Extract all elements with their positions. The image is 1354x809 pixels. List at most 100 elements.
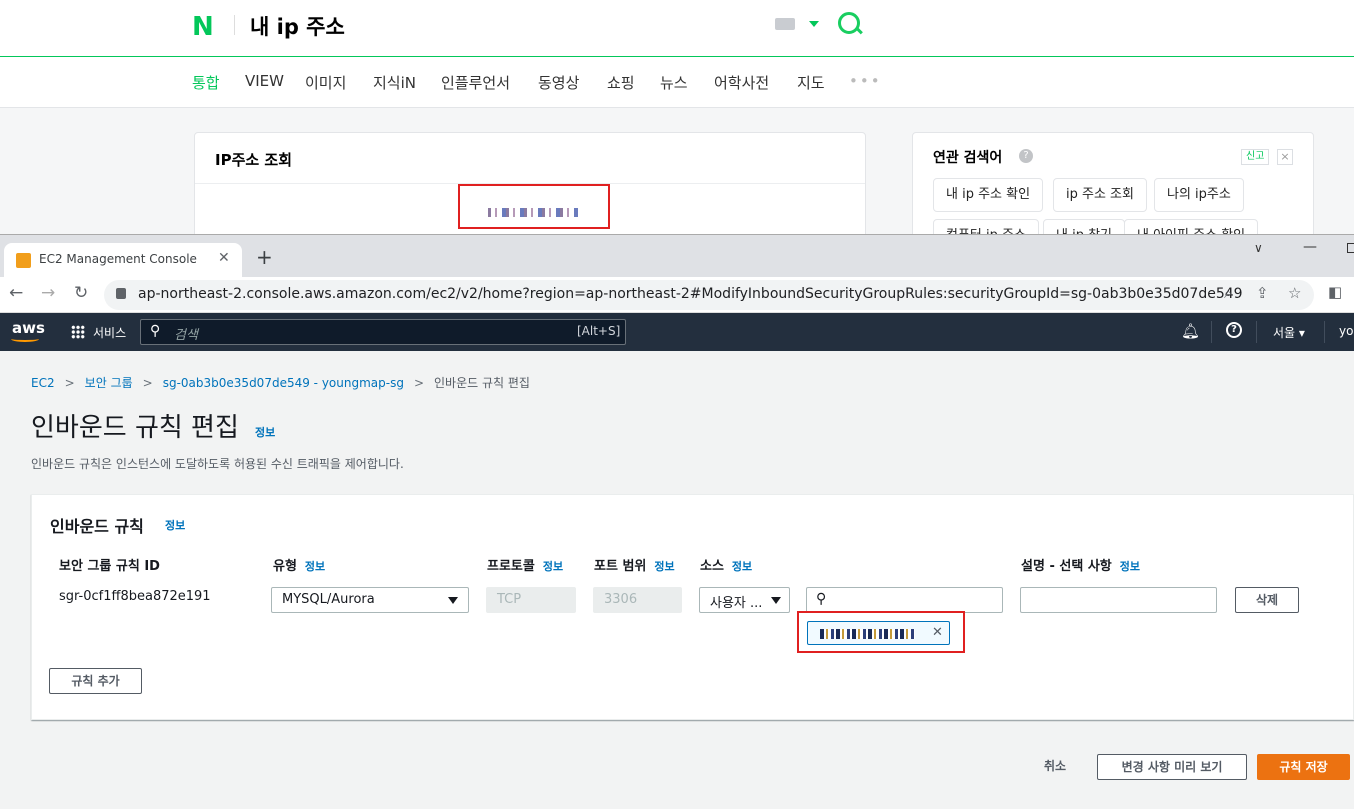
info-link[interactable]: 정보 (1120, 560, 1140, 573)
type-select-value: MYSQL/Aurora (282, 592, 375, 607)
tab-search-icon[interactable]: ∨ (1254, 241, 1263, 255)
type-select[interactable]: MYSQL/Aurora (271, 587, 469, 613)
minimize-icon[interactable]: — (1303, 239, 1317, 255)
tab-news[interactable]: 뉴스 (660, 72, 688, 93)
info-link[interactable]: 정보 (255, 424, 275, 440)
share-icon[interactable]: ⇪ (1256, 284, 1269, 302)
chevron-right-icon: > (64, 376, 75, 390)
info-link[interactable]: 정보 (732, 560, 752, 573)
ec2-console-content: EC2 > 보안 그룹 > sg-0ab3b0e35d07de549 - youngma… (0, 351, 1354, 809)
address-bar[interactable]: ap-northeast-2.console.aws.amazon.com/ec… (104, 280, 1314, 310)
chevron-right-icon: > (142, 376, 153, 390)
delete-button[interactable]: 삭제 (1235, 587, 1299, 613)
help-icon[interactable]: ? (1226, 322, 1242, 338)
port-range-field: 3306 (593, 587, 682, 613)
search-query[interactable]: 내 ip 주소 (250, 11, 345, 41)
region-selector[interactable]: 서울 ▾ (1273, 324, 1305, 341)
browser-window: EC2 Management Console ✕ + ∨ — ← → ↻ ap-… (0, 234, 1354, 809)
forward-icon[interactable]: → (41, 283, 55, 303)
zoom-icon[interactable]: ⌕ (1224, 284, 1232, 302)
tab-map[interactable]: 지도 (797, 72, 825, 93)
lock-icon[interactable] (116, 288, 126, 299)
related-title: 연관 검색어 (933, 150, 1003, 166)
aws-favicon-icon (16, 253, 31, 268)
tab-all[interactable]: 통합 (192, 72, 220, 93)
related-chip[interactable]: 나의 ip주소 (1154, 178, 1244, 212)
source-type-select[interactable]: 사용자 ... (699, 587, 790, 613)
tab-title: EC2 Management Console (39, 252, 197, 266)
keyboard-icon[interactable] (775, 18, 795, 30)
ip-highlight-box (797, 611, 965, 653)
tab-influencer[interactable]: 인플루언서 (441, 72, 510, 93)
notification-bell-icon[interactable]: 🔔︎ (1181, 322, 1200, 340)
header-divider (234, 15, 235, 35)
tab-shopping[interactable]: 쇼핑 (607, 72, 635, 93)
help-icon[interactable]: ? (1019, 149, 1033, 163)
naver-logo[interactable]: N (192, 12, 214, 42)
save-rules-button[interactable]: 규칙 저장 (1257, 754, 1350, 780)
breadcrumb: EC2 > 보안 그룹 > sg-0ab3b0e35d07de549 - youngma… (31, 374, 530, 391)
browser-tab[interactable]: EC2 Management Console ✕ (4, 243, 242, 277)
ip-lookup-card: IP주소 조회 (194, 132, 866, 236)
search-placeholder: 검색 (174, 328, 198, 343)
tab-knowledge[interactable]: 지식iN (373, 72, 416, 93)
column-label: 포트 범위 (594, 559, 647, 574)
info-link[interactable]: 정보 (305, 560, 325, 573)
column-port-range: 포트 범위 정보 (594, 555, 675, 574)
caret-down-icon (771, 597, 781, 604)
tab-strip: EC2 Management Console ✕ + ∨ — (0, 235, 1354, 277)
tab-view[interactable]: VIEW (245, 72, 284, 90)
caret-down-icon[interactable] (809, 21, 819, 27)
add-rule-button[interactable]: 규칙 추가 (49, 668, 142, 694)
protocol-value: TCP (497, 592, 522, 607)
breadcrumb-security-group[interactable]: sg-0ab3b0e35d07de549 - youngmap-sg (163, 376, 404, 390)
breadcrumb-ec2[interactable]: EC2 (31, 376, 55, 390)
nav-divider (1256, 321, 1257, 343)
new-tab-icon[interactable]: + (256, 247, 273, 267)
aws-search-input[interactable]: ⚲ 검색 [Alt+S] (140, 319, 626, 345)
back-icon[interactable]: ← (9, 283, 23, 303)
bookmark-star-icon[interactable]: ☆ (1288, 284, 1301, 302)
services-grid-icon[interactable] (71, 325, 85, 339)
column-source: 소스 정보 (700, 555, 752, 574)
info-link[interactable]: 정보 (543, 560, 563, 573)
source-cidr-input[interactable]: ⚲ (806, 587, 1003, 613)
chevron-right-icon: > (413, 376, 425, 390)
column-label: 설명 - 선택 사항 (1021, 559, 1112, 574)
report-button[interactable]: 신고 (1241, 149, 1270, 165)
more-tabs-icon[interactable]: ••• (849, 72, 882, 90)
tab-dictionary[interactable]: 어학사전 (714, 72, 769, 93)
description-input[interactable] (1020, 587, 1217, 613)
related-chip[interactable]: ip 주소 조회 (1053, 178, 1147, 212)
info-link[interactable]: 정보 (654, 560, 674, 573)
breadcrumb-current: 인바운드 규칙 편집 (434, 376, 530, 390)
preview-changes-button[interactable]: 변경 사항 미리 보기 (1097, 754, 1247, 780)
services-menu[interactable]: 서비스 (93, 324, 126, 341)
protocol-field: TCP (486, 587, 576, 613)
naver-header: N 내 ip 주소 (0, 0, 1354, 57)
breadcrumb-security-groups[interactable]: 보안 그룹 (85, 376, 133, 390)
column-type: 유형 정보 (273, 555, 325, 574)
ip-highlight-box (458, 184, 610, 229)
tab-close-icon[interactable]: ✕ (218, 250, 230, 266)
side-panel-icon[interactable]: ◧ (1328, 283, 1342, 301)
info-link[interactable]: 정보 (165, 517, 185, 533)
column-protocol: 프로토콜 정보 (487, 555, 563, 574)
column-label: 보안 그룹 규칙 ID (59, 559, 160, 574)
account-menu[interactable]: you (1339, 324, 1354, 338)
panel-title: 인바운드 규칙 (50, 517, 144, 536)
related-chip[interactable]: 내 ip 주소 확인 (933, 178, 1044, 212)
tab-video[interactable]: 동영상 (538, 72, 579, 93)
close-icon[interactable]: × (1277, 149, 1293, 165)
search-icon[interactable] (838, 12, 860, 34)
maximize-icon[interactable] (1347, 243, 1354, 253)
cancel-button[interactable]: 취소 (1044, 757, 1066, 774)
aws-logo[interactable]: aws (12, 319, 45, 337)
column-description: 설명 - 선택 사항 정보 (1021, 555, 1140, 574)
tab-images[interactable]: 이미지 (305, 72, 346, 93)
search-icon: ⚲ (150, 323, 161, 339)
naver-search-window: N 내 ip 주소 통합 VIEW 이미지 지식iN 인플루언서 동영상 쇼핑 … (0, 0, 1354, 236)
reload-icon[interactable]: ↻ (74, 283, 88, 303)
url-text[interactable]: ap-northeast-2.console.aws.amazon.com/ec… (138, 286, 1243, 302)
column-label: 프로토콜 (487, 559, 535, 574)
